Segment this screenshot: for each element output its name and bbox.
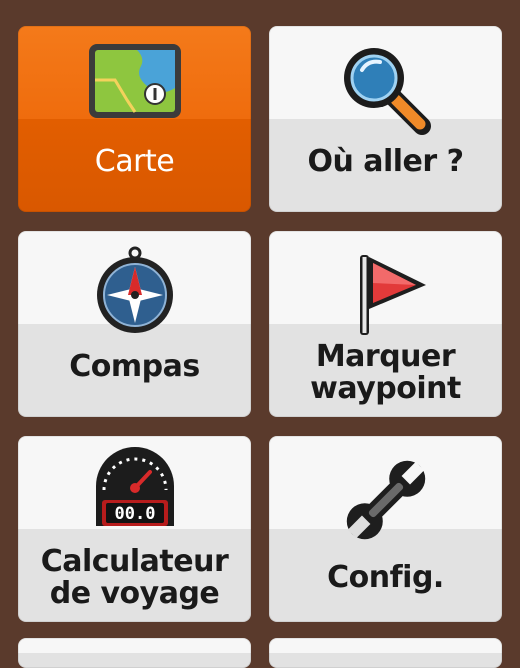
- magnifier-icon: [269, 40, 502, 140]
- trip-computer-icon: 00.0: [18, 442, 251, 534]
- menu-item-label-line1: Calculateur: [40, 544, 229, 579]
- wrench-icon: [269, 450, 502, 550]
- menu-item-label: Carte: [94, 144, 175, 179]
- menu-item-partial[interactable]: [18, 638, 251, 668]
- menu-item-map[interactable]: Carte: [18, 26, 251, 212]
- flag-icon: [269, 245, 502, 337]
- menu-item-trip-computer[interactable]: 00.0 Calculateur de voyage: [18, 436, 251, 622]
- menu-item-label: Où aller ?: [307, 144, 464, 179]
- menu-item-label: Config.: [327, 560, 444, 595]
- menu-item-where-to[interactable]: Où aller ?: [269, 26, 502, 212]
- trip-readout: 00.0: [114, 504, 155, 524]
- menu-item-compass[interactable]: Compas: [18, 231, 251, 417]
- menu-item-mark-waypoint[interactable]: Marquer waypoint: [269, 231, 502, 417]
- menu-item-label-line2: waypoint: [310, 371, 461, 406]
- menu-item-label: Compas: [69, 349, 200, 384]
- menu-item-label-line2: de voyage: [49, 576, 220, 611]
- menu-item-partial[interactable]: [269, 638, 502, 668]
- compass-icon: [18, 245, 251, 335]
- map-icon: [18, 40, 251, 122]
- menu-item-label-line1: Marquer: [315, 339, 456, 374]
- menu-item-settings[interactable]: Config.: [269, 436, 502, 622]
